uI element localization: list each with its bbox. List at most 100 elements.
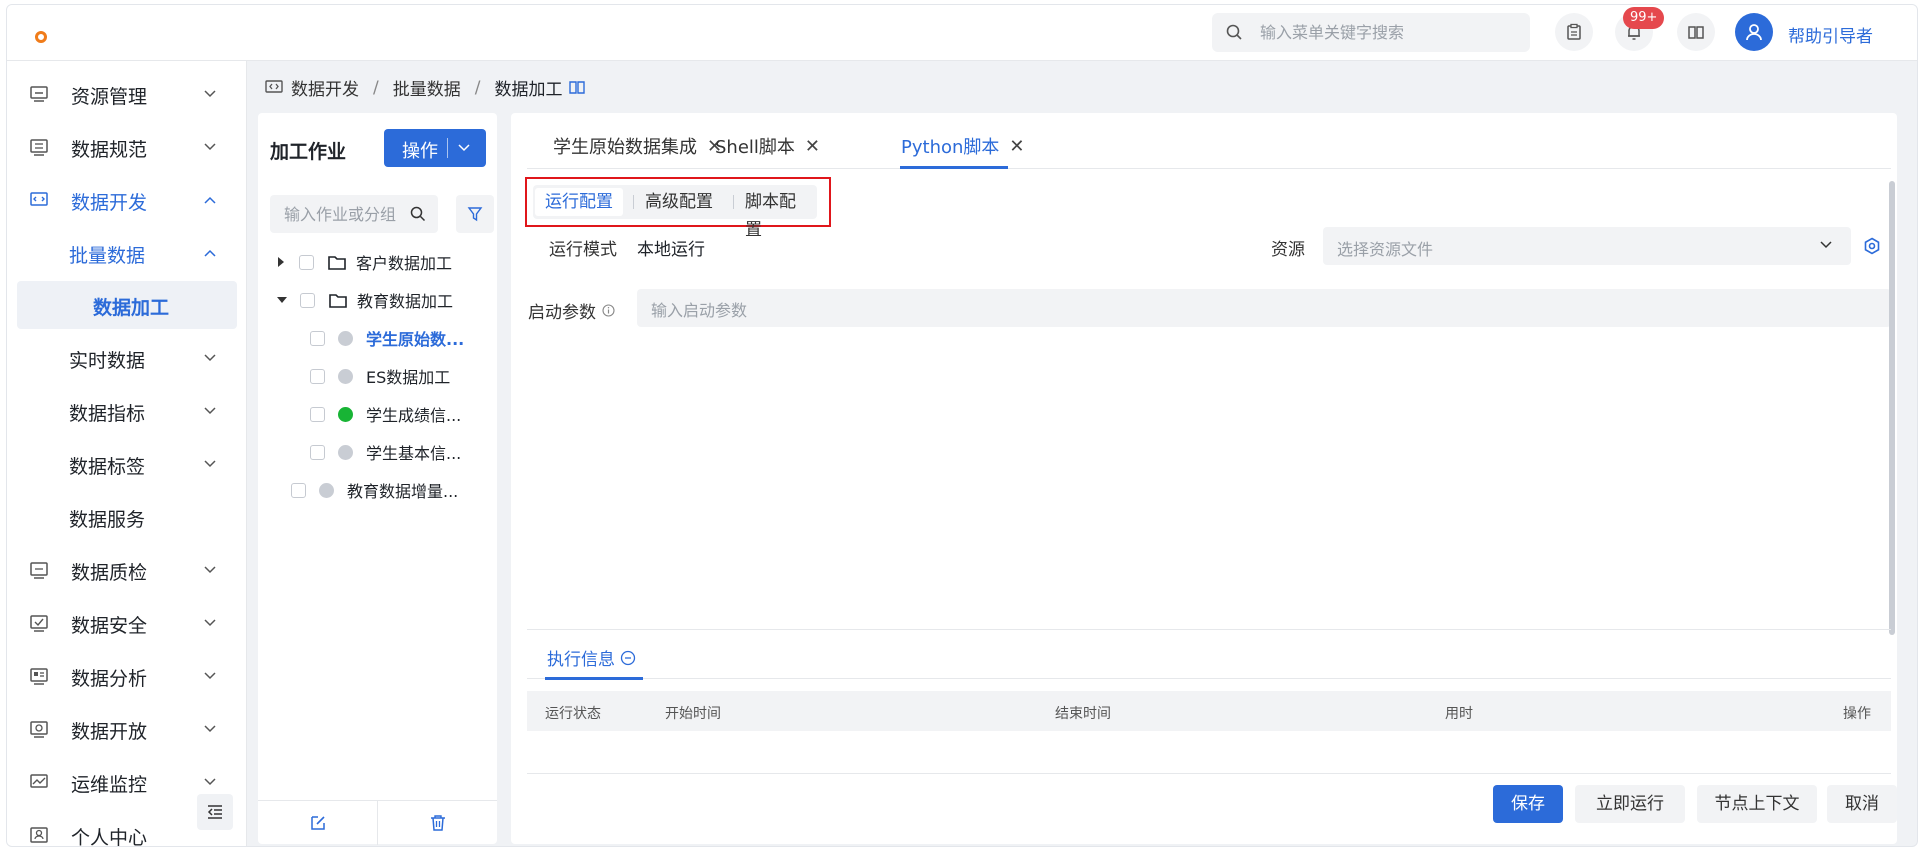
- tree-label: 客户数据加工: [356, 254, 453, 273]
- operate-button[interactable]: 操作: [384, 129, 486, 167]
- cancel-button[interactable]: 取消: [1827, 785, 1897, 823]
- book-open-icon[interactable]: [568, 80, 586, 96]
- avatar[interactable]: [1735, 13, 1773, 51]
- tree-checkbox[interactable]: [291, 482, 306, 498]
- scrollbar[interactable]: [1889, 181, 1895, 635]
- args-label: 启动参数: [528, 303, 596, 323]
- close-icon[interactable]: ✕: [805, 136, 820, 157]
- run-now-button[interactable]: 立即运行: [1575, 785, 1685, 823]
- sidebar-item-batch[interactable]: 批量数据: [7, 231, 247, 275]
- resource-select[interactable]: 选择资源文件: [1323, 227, 1851, 265]
- editor-panel: 学生原始数据集成 ✕ Shell脚本 ✕ Python脚本 ✕ 运行配置 高级配…: [511, 113, 1897, 844]
- sidebar-item-label: 数据开发: [71, 192, 148, 214]
- breadcrumb-item[interactable]: 批量数据: [393, 75, 461, 100]
- minus-circle-icon[interactable]: [620, 650, 636, 666]
- args-input[interactable]: [637, 289, 1891, 327]
- resource-select-placeholder: 选择资源文件: [1337, 240, 1434, 259]
- chevron-down-icon: [458, 144, 470, 152]
- folder-icon: [328, 255, 346, 270]
- exec-tabs: 执行信息: [527, 629, 1891, 680]
- sidebar-item-label: 数据指标: [69, 403, 146, 425]
- tree-job[interactable]: 学生成绩信...: [310, 399, 461, 429]
- breadcrumb-item[interactable]: 数据开发: [291, 75, 359, 100]
- tree-folder[interactable]: 教育数据加工: [276, 285, 453, 315]
- chevron-up-icon: [204, 196, 216, 204]
- tree-job-selected[interactable]: 学生原始数...: [310, 323, 464, 353]
- chevron-down-icon: [204, 672, 216, 680]
- tab-divider: [633, 195, 634, 209]
- tab-divider: [733, 195, 734, 209]
- tree-folder[interactable]: 客户数据加工: [276, 247, 452, 277]
- analysis-icon: [30, 668, 48, 685]
- tree-job[interactable]: 学生基本信...: [310, 437, 461, 467]
- collapse-sidebar-button[interactable]: [197, 794, 233, 830]
- button-divider: [447, 138, 448, 158]
- chevron-down-icon: [204, 143, 216, 151]
- job-search[interactable]: [270, 195, 438, 233]
- status-dot: [338, 444, 353, 460]
- sidebar-item-resource[interactable]: 资源管理: [7, 72, 247, 116]
- tree-job[interactable]: 教育数据增量...: [291, 475, 458, 505]
- file-tab[interactable]: Shell脚本 ✕: [715, 133, 820, 159]
- tree-job[interactable]: ES数据加工: [310, 361, 450, 391]
- sidebar-item-dev[interactable]: 数据开发: [7, 178, 247, 222]
- chevron-up-icon: [204, 249, 216, 257]
- tab-run-config[interactable]: 运行配置: [535, 188, 623, 216]
- tab-exec-info[interactable]: 执行信息: [547, 645, 636, 670]
- caret-right-icon[interactable]: [276, 256, 286, 268]
- config-tabs: 运行配置 高级配置 脚本配置: [533, 185, 817, 240]
- sidebar-item-label: 资源管理: [71, 86, 148, 108]
- edit-button[interactable]: [258, 801, 377, 845]
- sidebar-item-realtime[interactable]: 实时数据: [7, 336, 247, 380]
- code-icon: [265, 79, 283, 93]
- user-icon: [30, 827, 48, 843]
- file-tab[interactable]: 学生原始数据集成 ✕: [553, 133, 722, 159]
- chevron-down-icon: [204, 725, 216, 733]
- app-window: 99+ 帮助引导者 资源管理 数据规范 数据开发 批量数据: [6, 4, 1918, 847]
- close-icon[interactable]: ✕: [1009, 136, 1024, 157]
- username-link[interactable]: 帮助引导者: [1788, 22, 1873, 47]
- breadcrumb-separator: /: [474, 77, 481, 98]
- save-button[interactable]: 保存: [1493, 785, 1563, 823]
- docs-button[interactable]: [1677, 13, 1715, 51]
- menu-search-input[interactable]: [1260, 13, 1520, 52]
- sidebar-item-security[interactable]: 数据安全: [7, 601, 247, 645]
- inspect-icon: [30, 562, 48, 579]
- tree-checkbox[interactable]: [310, 368, 325, 384]
- sidebar-item-metrics[interactable]: 数据指标: [7, 389, 247, 433]
- file-tab-active[interactable]: Python脚本 ✕: [901, 133, 1025, 159]
- task-button[interactable]: [1555, 13, 1593, 51]
- caret-down-icon[interactable]: [276, 295, 288, 305]
- tree-checkbox[interactable]: [299, 254, 314, 270]
- tree-checkbox[interactable]: [300, 292, 315, 308]
- sidebar-item-quality[interactable]: 数据质检: [7, 548, 247, 592]
- trash-icon: [430, 815, 445, 831]
- menu-search[interactable]: [1212, 13, 1530, 52]
- shield-icon: [30, 615, 48, 632]
- sidebar-item-processing[interactable]: 数据加工: [7, 283, 247, 327]
- exec-table-header: 运行状态 开始时间 结束时间 用时 操作: [527, 691, 1891, 731]
- file-tabs: 学生原始数据集成 ✕ Shell脚本 ✕ Python脚本 ✕: [527, 113, 1891, 169]
- sidebar-item-service[interactable]: 数据服务: [7, 495, 247, 539]
- tab-script-config[interactable]: 脚本配置: [735, 188, 817, 240]
- delete-button[interactable]: [378, 801, 497, 845]
- status-dot: [338, 368, 353, 384]
- tree-checkbox[interactable]: [310, 330, 325, 346]
- sidebar-item-standard[interactable]: 数据规范: [7, 125, 247, 169]
- sidebar-item-open[interactable]: 数据开放: [7, 707, 247, 751]
- tree-checkbox[interactable]: [310, 406, 325, 422]
- settings-icon[interactable]: [1863, 237, 1881, 255]
- chevron-down-icon: [204, 778, 216, 786]
- search-icon: [1226, 24, 1242, 40]
- tab-advanced-config[interactable]: 高级配置: [635, 188, 723, 216]
- filter-button[interactable]: [456, 195, 494, 233]
- info-icon[interactable]: [602, 304, 615, 317]
- sidebar-item-tags[interactable]: 数据标签: [7, 442, 247, 486]
- job-search-input[interactable]: [284, 195, 412, 233]
- active-tab-underline: [900, 166, 1008, 169]
- tree-checkbox[interactable]: [310, 444, 325, 460]
- tree-label: 学生基本信...: [366, 444, 462, 463]
- sidebar-item-analysis[interactable]: 数据分析: [7, 654, 247, 698]
- status-dot: [338, 406, 353, 422]
- node-context-button[interactable]: 节点上下文: [1697, 785, 1817, 823]
